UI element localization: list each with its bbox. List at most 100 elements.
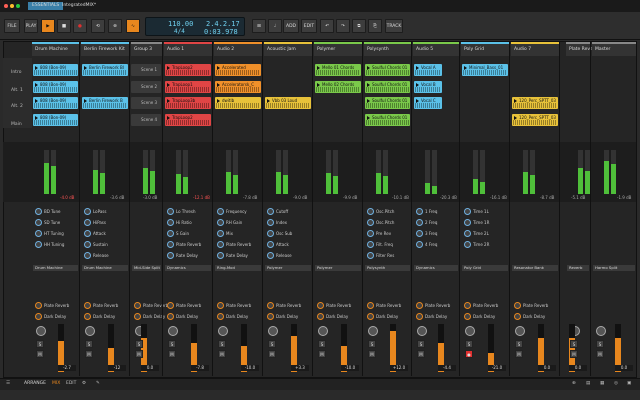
device-label[interactable]: Harmo Split [593, 265, 635, 271]
track-header[interactable]: Drum Machine [32, 42, 79, 56]
clip[interactable]: 808 (Bon-09) [33, 81, 78, 93]
track-header[interactable]: Master [592, 42, 636, 56]
clip[interactable]: Soulful Chords 01 [365, 64, 410, 76]
punch-icon[interactable]: ⊞ [252, 19, 266, 33]
send-knob[interactable] [35, 302, 42, 309]
clip[interactable]: Mello 02 Chords [315, 81, 361, 93]
remote-knob[interactable] [167, 208, 174, 215]
clip[interactable]: Vocal A [414, 64, 442, 76]
remote-knob[interactable] [84, 252, 91, 259]
record-arm-button[interactable]: M [218, 350, 226, 358]
settings-icon[interactable]: ⚙ [82, 381, 86, 386]
metronome-icon[interactable]: ♩ [268, 19, 282, 33]
send-knob[interactable] [267, 302, 274, 309]
remote-knob[interactable] [84, 230, 91, 237]
clip[interactable]: dwitlb [215, 97, 261, 109]
clip[interactable]: 808 (Bon-09) [33, 64, 78, 76]
device-label[interactable]: Polysynth [365, 265, 410, 271]
record-arm-button[interactable]: M [85, 350, 93, 358]
device-label[interactable]: Drum Machine [82, 265, 128, 271]
browser-icon[interactable]: ▤ [586, 381, 590, 386]
send-knob[interactable] [464, 313, 471, 320]
send-knob[interactable] [464, 302, 471, 309]
scene-launch-button[interactable]: Scene 2 [131, 81, 161, 93]
remote-knob[interactable] [167, 230, 174, 237]
clip[interactable]: Mello 01 Chords [315, 64, 361, 76]
solo-button[interactable]: S [417, 340, 425, 348]
zoom-icon[interactable]: ⊕ [572, 381, 576, 386]
track-header[interactable]: Poly Grid [461, 42, 509, 56]
record-arm-button[interactable]: M [368, 350, 376, 358]
send-knob[interactable] [514, 302, 521, 309]
device-label[interactable]: Drum Machine [33, 265, 78, 271]
track-header[interactable]: Berlin Firework Kit [81, 42, 129, 56]
pan-knob[interactable] [218, 326, 228, 336]
track-header[interactable]: Acoustic Jam [264, 42, 312, 56]
remote-knob[interactable] [267, 208, 274, 215]
send-knob[interactable] [217, 302, 224, 309]
device-label[interactable]: Mid-Side Split [132, 265, 161, 271]
remote-knob[interactable] [367, 219, 374, 226]
send-knob[interactable] [416, 302, 423, 309]
clip[interactable]: TrapLoop2 [165, 64, 211, 76]
stop-icon[interactable]: ■ [57, 19, 71, 33]
record-arm-button[interactable]: M [515, 350, 523, 358]
pan-knob[interactable] [168, 326, 178, 336]
send-knob[interactable] [167, 302, 174, 309]
clip[interactable]: 120_Perc_SPTT_03 [512, 114, 558, 126]
remote-knob[interactable] [217, 230, 224, 237]
remote-knob[interactable] [35, 208, 42, 215]
loop-icon[interactable]: ⟲ [91, 19, 105, 33]
pan-knob[interactable] [465, 326, 475, 336]
record-arm-button[interactable]: M [570, 350, 578, 358]
remote-knob[interactable] [35, 241, 42, 248]
remote-knob[interactable] [167, 252, 174, 259]
track-header[interactable]: Group 3 [131, 42, 162, 56]
arrange-tab[interactable]: ARRANGE [24, 381, 46, 386]
remote-knob[interactable] [464, 241, 471, 248]
close-window-icon[interactable] [4, 4, 8, 8]
record-arm-button[interactable]: M [36, 350, 44, 358]
record-icon[interactable]: ● [73, 19, 87, 33]
scene-launch-button[interactable]: Scene 3 [131, 97, 161, 109]
send-knob[interactable] [416, 313, 423, 320]
file-button[interactable]: FILE [4, 19, 20, 33]
pan-knob[interactable] [36, 326, 46, 336]
clip[interactable]: Berlin Firework B [82, 97, 128, 109]
send-knob[interactable] [317, 313, 324, 320]
device-label[interactable]: Polymer [265, 265, 311, 271]
pan-knob[interactable] [268, 326, 278, 336]
track-header[interactable]: Polysynth [364, 42, 411, 56]
redo-icon[interactable]: ↷ [336, 19, 350, 33]
send-knob[interactable] [134, 313, 141, 320]
record-arm-button[interactable]: M [318, 350, 326, 358]
add-button[interactable]: ADD [283, 19, 299, 33]
clip[interactable]: 120_Perc_SPTT_03 [512, 97, 558, 109]
remote-knob[interactable] [84, 241, 91, 248]
remote-knob[interactable] [464, 208, 471, 215]
scene-launch-button[interactable]: Scene 1 [131, 64, 161, 76]
solo-button[interactable]: S [368, 340, 376, 348]
clip[interactable]: 808 (Bon-09) [33, 97, 78, 109]
clip[interactable]: TrapLoop1 [165, 81, 211, 93]
solo-button[interactable]: S [135, 340, 143, 348]
transport-display[interactable]: 110.00 4/4 2.4.2.17 0:03.978 [145, 17, 245, 36]
pan-knob[interactable] [596, 326, 606, 336]
clip[interactable]: Berlin Firework Bl [82, 64, 128, 76]
mix-tab[interactable]: MIX [52, 381, 60, 386]
send-knob[interactable] [367, 302, 374, 309]
remote-knob[interactable] [367, 208, 374, 215]
minimize-window-icon[interactable] [10, 4, 14, 8]
remote-knob[interactable] [167, 219, 174, 226]
remote-knob[interactable] [84, 219, 91, 226]
pan-knob[interactable] [318, 326, 328, 336]
scene-intro[interactable]: Intro [11, 70, 21, 75]
paste-icon[interactable]: ⎘ [368, 19, 382, 33]
remote-knob[interactable] [367, 241, 374, 248]
remote-knob[interactable] [217, 219, 224, 226]
device-label[interactable]: Poly Grid [462, 265, 508, 271]
clip[interactable]: Minimal_Bass_01 [462, 64, 508, 76]
device-label[interactable]: Polymer [315, 265, 361, 271]
remote-knob[interactable] [217, 208, 224, 215]
track-header[interactable]: Audio 7 [511, 42, 559, 56]
